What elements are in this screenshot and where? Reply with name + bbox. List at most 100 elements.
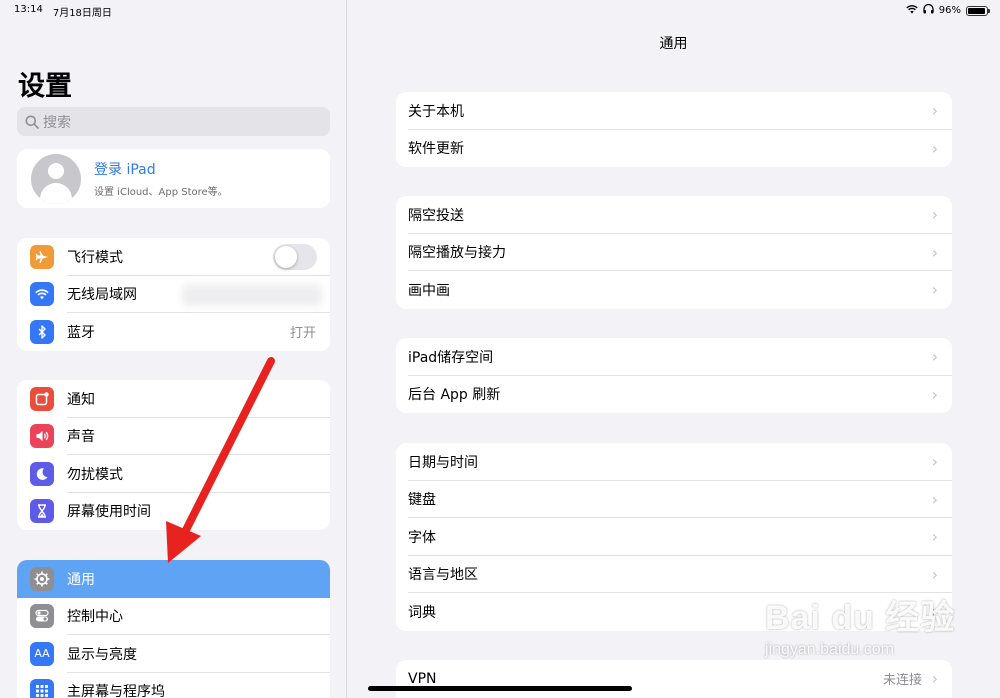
row-label: 关于本机 [408, 103, 464, 120]
apple-id-signin[interactable]: 登录 iPad 设置 iCloud、App Store等。 [17, 149, 330, 208]
chevron-right-icon: › [931, 669, 938, 689]
search-placeholder: 搜索 [43, 114, 71, 131]
sidebar-item-display-brightness[interactable]: AA 显示与亮度 [17, 635, 330, 673]
sidebar-item-label: 屏幕使用时间 [67, 504, 151, 521]
notifications-icon [30, 386, 54, 411]
search-icon [25, 115, 39, 129]
sidebar-item-label: 声音 [67, 429, 95, 446]
row-label: 字体 [408, 529, 436, 546]
chevron-right-icon: › [931, 205, 938, 225]
row-keyboard[interactable]: 键盘 › [396, 481, 952, 518]
home-indicator[interactable] [368, 686, 632, 691]
wifi-status-icon [906, 4, 918, 17]
row-about[interactable]: 关于本机 › [396, 92, 952, 130]
sidebar-item-wifi[interactable]: 无线局域网 [17, 276, 330, 313]
chevron-right-icon: › [931, 242, 938, 262]
sidebar-item-label: 勿扰模式 [67, 466, 123, 483]
gear-icon [30, 566, 54, 591]
chevron-right-icon: › [931, 280, 938, 300]
sidebar-item-label: 无线局域网 [67, 287, 137, 304]
row-label: 画中画 [408, 282, 450, 299]
row-label: 日期与时间 [408, 454, 478, 471]
blurred-network-name [182, 283, 322, 306]
battery-icon [966, 5, 990, 16]
avatar [31, 153, 81, 204]
row-background-refresh[interactable]: 后台 App 刷新 › [396, 376, 952, 414]
chevron-right-icon: › [931, 347, 938, 367]
notifications-group: 通知 声音 勿扰模式 屏幕使用时间 [17, 380, 330, 530]
baidu-watermark: Bai du 经验 jingyan.baidu.com [765, 590, 955, 659]
sidebar-item-label: 蓝牙 [67, 324, 95, 341]
row-label: 软件更新 [408, 141, 464, 158]
row-ipad-storage[interactable]: iPad储存空间 › [396, 338, 952, 376]
chevron-right-icon: › [931, 138, 938, 158]
row-language-region[interactable]: 语言与地区 › [396, 556, 952, 593]
storage-group: iPad储存空间 › 后台 App 刷新 › [396, 338, 952, 413]
sidebar-item-label: 控制中心 [67, 609, 123, 626]
grid-icon [30, 679, 54, 698]
sidebar-item-label: 主屏幕与程序坞 [67, 684, 165, 698]
row-fonts[interactable]: 字体 › [396, 518, 952, 556]
chevron-right-icon: › [931, 527, 938, 547]
moon-icon [30, 461, 54, 486]
vpn-status: 未连接 [882, 673, 922, 689]
headphones-icon [923, 3, 934, 17]
sound-icon [30, 424, 54, 449]
chevron-right-icon: › [931, 564, 938, 584]
watermark-url: jingyan.baidu.com [765, 641, 894, 658]
sidebar-item-airplane-mode[interactable]: 飞行模式 [17, 238, 330, 276]
settings-sidebar: 设置 搜索 登录 iPad 设置 iCloud、App Store等。 飞行模式… [0, 0, 347, 698]
connectivity-group: 飞行模式 无线局域网 蓝牙 打开 [17, 238, 330, 351]
row-date-time[interactable]: 日期与时间 › [396, 443, 952, 481]
row-software-update[interactable]: 软件更新 › [396, 130, 952, 168]
row-vpn[interactable]: VPN 未连接 › [396, 660, 952, 698]
about-group: 关于本机 › 软件更新 › [396, 92, 952, 167]
chevron-right-icon: › [931, 452, 938, 472]
row-label: iPad储存空间 [408, 349, 494, 366]
sidebar-item-do-not-disturb[interactable]: 勿扰模式 [17, 455, 330, 493]
row-picture-in-picture[interactable]: 画中画 › [396, 271, 952, 309]
page-title: 通用 [659, 36, 688, 52]
bluetooth-icon [30, 319, 54, 344]
airplane-mode-toggle[interactable] [273, 243, 317, 270]
sidebar-item-general[interactable]: 通用 [17, 560, 330, 598]
sidebar-item-label: 通用 [67, 571, 95, 588]
watermark-logo: Bai du 经验 [765, 599, 956, 637]
battery-percent: 96% [938, 5, 961, 16]
row-airdrop[interactable]: 隔空投送 › [396, 196, 952, 234]
row-label: 隔空投送 [408, 207, 464, 224]
chevron-right-icon: › [931, 489, 938, 509]
chevron-right-icon: › [931, 384, 938, 404]
sidebar-item-label: 飞行模式 [67, 249, 123, 266]
search-input[interactable]: 搜索 [17, 107, 330, 136]
sidebar-item-home-screen-dock[interactable]: 主屏幕与程序坞 [17, 673, 330, 698]
sidebar-item-screen-time[interactable]: 屏幕使用时间 [17, 493, 330, 531]
airplane-icon [30, 244, 54, 269]
display-icon: AA [30, 641, 54, 666]
battery-fill [968, 7, 986, 14]
wifi-icon [30, 282, 54, 307]
row-label: 语言与地区 [408, 567, 478, 584]
hourglass-icon [30, 499, 54, 524]
chevron-right-icon: › [931, 101, 938, 121]
sidebar-item-label: 显示与亮度 [67, 646, 137, 663]
row-label: 隔空播放与接力 [408, 245, 506, 262]
row-label: 词典 [408, 604, 436, 621]
bluetooth-status: 打开 [289, 326, 316, 342]
airdrop-group: 隔空投送 › 隔空播放与接力 › 画中画 › [396, 196, 952, 309]
sidebar-item-label: 通知 [67, 391, 95, 408]
general-group: 通用 控制中心 AA 显示与亮度 主屏幕与程序坞 [17, 560, 330, 698]
sidebar-item-sounds[interactable]: 声音 [17, 418, 330, 455]
row-label: VPN [408, 670, 437, 687]
toggles-icon [30, 604, 54, 629]
row-airplay-handoff[interactable]: 隔空播放与接力 › [396, 234, 952, 271]
sidebar-item-bluetooth[interactable]: 蓝牙 打开 [17, 313, 330, 351]
row-label: 后台 App 刷新 [408, 387, 501, 404]
signin-subtitle: 设置 iCloud、App Store等。 [94, 187, 228, 198]
sidebar-item-notifications[interactable]: 通知 [17, 380, 330, 418]
sidebar-title: 设置 [18, 71, 72, 102]
signin-title: 登录 iPad [94, 162, 156, 178]
vpn-group: VPN 未连接 › [396, 660, 952, 698]
sidebar-item-control-center[interactable]: 控制中心 [17, 598, 330, 635]
row-label: 键盘 [408, 492, 436, 509]
